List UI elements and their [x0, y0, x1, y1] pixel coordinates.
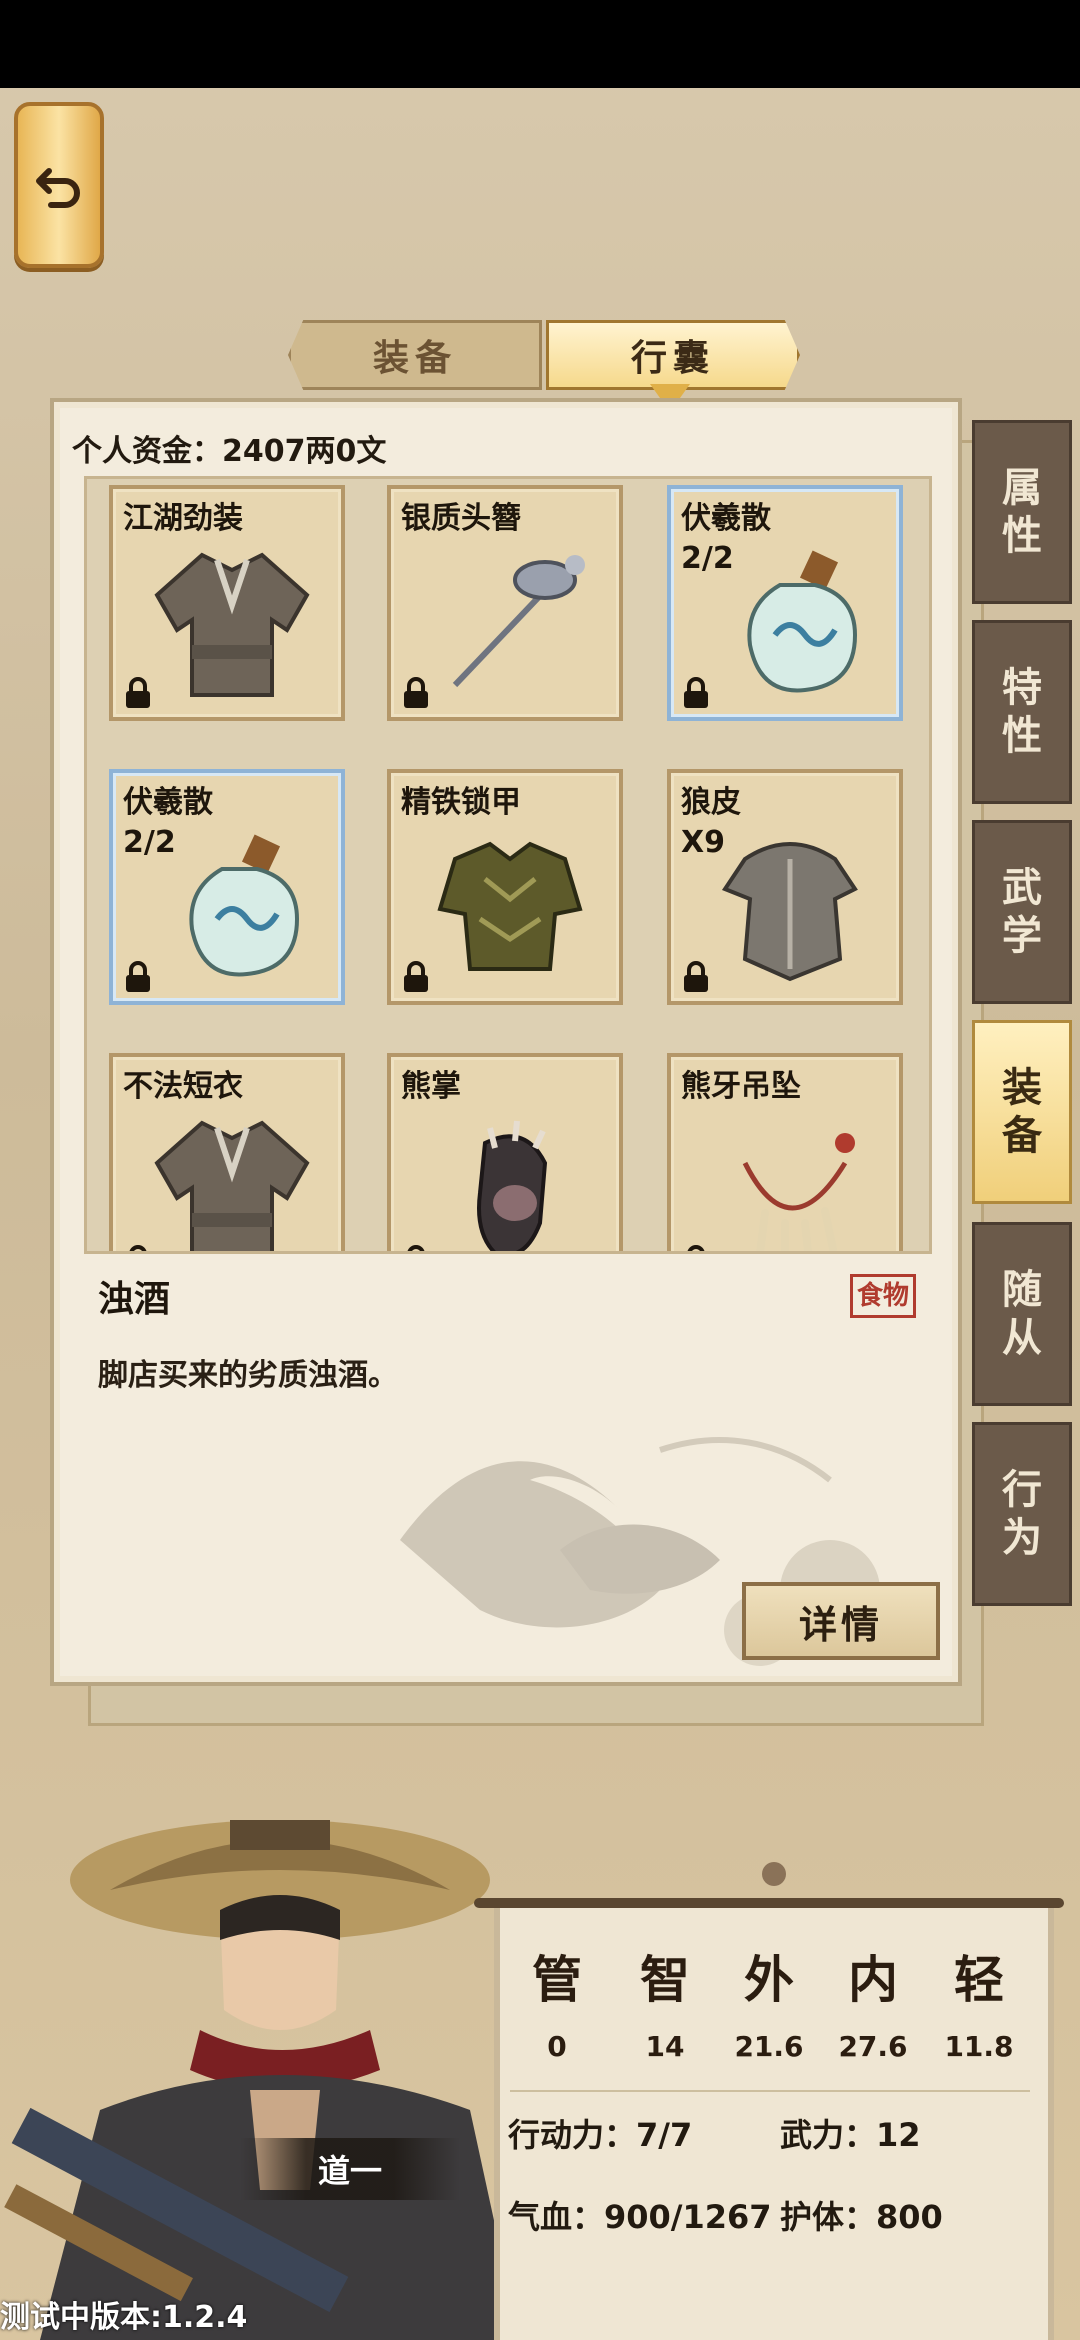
- character-name: 道一: [240, 2138, 460, 2200]
- lock-icon: [681, 961, 711, 993]
- lock-icon: [401, 677, 431, 709]
- lock-icon: [401, 961, 431, 993]
- item-name: 伏羲散: [681, 501, 771, 536]
- personal-funds: 个人资金：2407两0文: [72, 434, 387, 469]
- status-bar: [0, 0, 1080, 88]
- side-tab-char1: 随: [1002, 1267, 1042, 1313]
- stat-value: 14: [645, 2030, 685, 2063]
- item-name: 熊牙吊坠: [681, 1069, 801, 1104]
- version-label: 测试中版本:1.2.4: [0, 2300, 248, 2335]
- stats-divider: [510, 2090, 1030, 2092]
- stat-value: 11.8: [944, 2030, 1014, 2063]
- side-tab-char1: 装: [1002, 1065, 1042, 1111]
- stat-column: 外 21.6: [724, 1940, 814, 2063]
- stat-column: 智 14: [620, 1940, 710, 2063]
- item-name: 精铁锁甲: [401, 785, 521, 820]
- lock-icon: [123, 961, 153, 993]
- side-tab-char2: 从: [1002, 1315, 1042, 1361]
- hairpin-icon: [425, 535, 595, 705]
- stat-column: 内 27.6: [828, 1940, 918, 2063]
- item-name: 狼皮: [681, 785, 741, 820]
- item-name: 熊掌: [401, 1069, 461, 1104]
- stat-column: 管0: [512, 1940, 602, 2063]
- action-points: 行动力：7/7: [508, 2116, 693, 2154]
- side-tab-char1: 行: [1002, 1467, 1042, 1513]
- item-slot[interactable]: 江湖劲装: [109, 485, 345, 721]
- back-arrow-icon: [36, 168, 80, 208]
- item-description: 脚店买来的劣质浊酒。: [98, 1358, 398, 1393]
- item-detail-title: 浊酒: [98, 1279, 171, 1320]
- side-tab-char2: 为: [1002, 1515, 1042, 1561]
- side-tab-char2: 学: [1002, 913, 1042, 959]
- item-quantity: 2/2: [681, 541, 734, 576]
- lock-icon: [681, 677, 711, 709]
- item-type-badge: 食物: [850, 1274, 917, 1318]
- stat-value: 0: [547, 2030, 567, 2063]
- side-tab[interactable]: 装备: [972, 1020, 1072, 1204]
- item-grid[interactable]: 江湖劲装 银质头簪 伏羲散 2/2 伏羲散 2/2 精铁锁甲 狼皮 X9 不法短衣 熊掌 熊牙吊坠: [84, 476, 932, 1254]
- lock-icon: [123, 1245, 153, 1251]
- guard-points: 护体：800: [780, 2198, 943, 2236]
- necklace-icon: [705, 1103, 875, 1251]
- item-slot[interactable]: 银质头簪: [387, 485, 623, 721]
- side-tab-char1: 属: [1002, 465, 1042, 511]
- tab-equipment[interactable]: 装备: [288, 320, 542, 390]
- item-slot[interactable]: 精铁锁甲: [387, 769, 623, 1005]
- item-slot[interactable]: 熊掌: [387, 1053, 623, 1251]
- back-button[interactable]: [14, 102, 104, 268]
- item-name: 江湖劲装: [123, 501, 243, 536]
- robe-icon: [147, 1103, 317, 1251]
- armor-icon: [425, 819, 595, 989]
- paw-icon: [425, 1103, 595, 1251]
- tab-bag[interactable]: 行囊: [546, 320, 800, 390]
- lock-icon: [681, 1245, 711, 1251]
- item-slot[interactable]: 不法短衣: [109, 1053, 345, 1251]
- stat-label: 外: [744, 1950, 794, 2009]
- scroll-knob: [762, 1862, 786, 1886]
- martial-power: 武力：12: [780, 2116, 921, 2154]
- stat-value: 21.6: [734, 2030, 804, 2063]
- side-tab[interactable]: 特性: [972, 620, 1072, 804]
- pelt-icon: [705, 819, 875, 989]
- side-tab-char2: 性: [1002, 713, 1042, 759]
- lock-icon: [401, 1245, 431, 1251]
- item-slot[interactable]: 伏羲散 2/2: [667, 485, 903, 721]
- item-name: 不法短衣: [123, 1069, 243, 1104]
- item-quantity: 2/2: [123, 825, 176, 860]
- side-tab-char1: 特: [1002, 665, 1042, 711]
- item-name: 伏羲散: [123, 785, 213, 820]
- item-name: 银质头簪: [401, 501, 521, 536]
- details-button[interactable]: 详情: [742, 1582, 940, 1660]
- character-portrait: [4, 1820, 520, 2340]
- side-tab-char2: 备: [1002, 1113, 1042, 1159]
- side-tab-char2: 性: [1002, 513, 1042, 559]
- stat-column: 轻 11.8: [934, 1940, 1024, 2063]
- side-tab[interactable]: 随从: [972, 1222, 1072, 1406]
- robe-icon: [147, 535, 317, 705]
- item-slot[interactable]: 伏羲散 2/2: [109, 769, 345, 1005]
- side-tab[interactable]: 行为: [972, 1422, 1072, 1606]
- health-points: 气血：900/1267: [508, 2198, 772, 2236]
- stat-label: 内: [848, 1950, 898, 2009]
- stat-value: 27.6: [838, 2030, 908, 2063]
- item-slot[interactable]: 熊牙吊坠: [667, 1053, 903, 1251]
- stat-label: 智: [640, 1950, 690, 2009]
- side-tab[interactable]: 武学: [972, 820, 1072, 1004]
- scroll-rod: [474, 1898, 1064, 1908]
- stat-label: 轻: [954, 1950, 1004, 2009]
- stat-label: 管: [532, 1950, 582, 2009]
- lock-icon: [123, 677, 153, 709]
- side-tab[interactable]: 属性: [972, 420, 1072, 604]
- item-quantity: X9: [681, 825, 726, 860]
- side-tab-char1: 武: [1002, 865, 1042, 911]
- item-slot[interactable]: 狼皮 X9: [667, 769, 903, 1005]
